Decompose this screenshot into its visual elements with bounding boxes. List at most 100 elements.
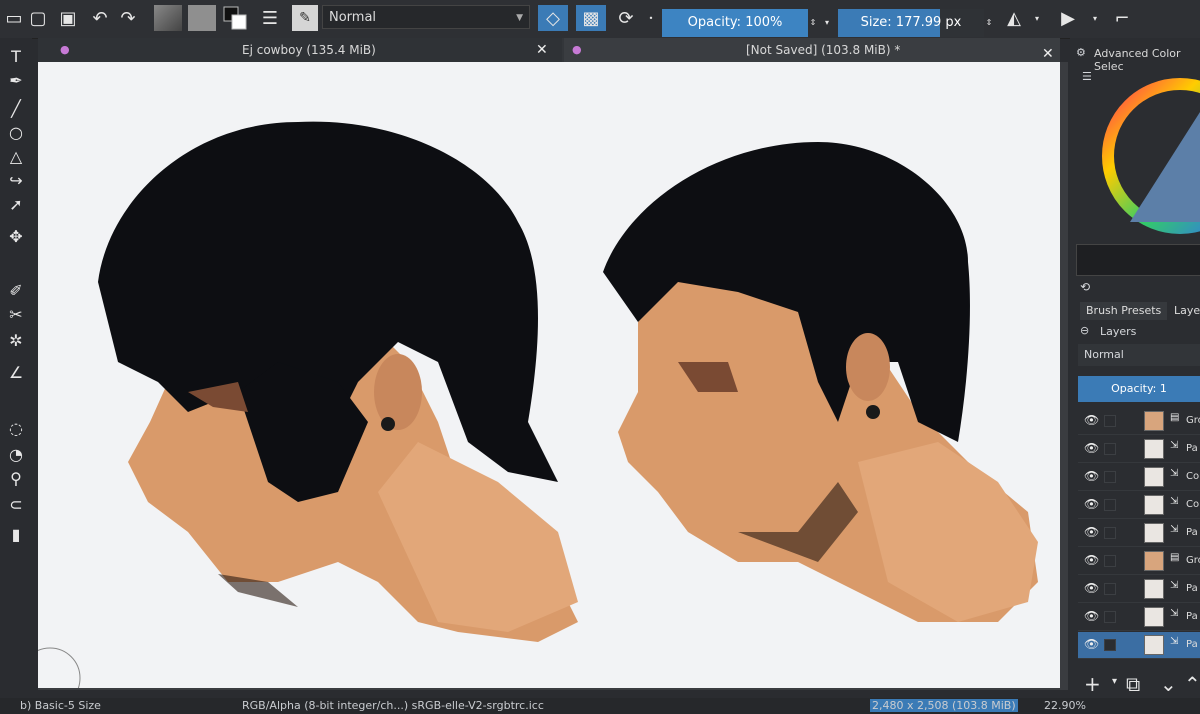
lock-alpha-icon[interactable]: ▩ xyxy=(576,5,606,31)
visibility-eye-icon[interactable]: 👁 xyxy=(1084,469,1099,483)
layer-row[interactable]: 👁 ⇲ Co xyxy=(1078,464,1200,491)
path-select-icon[interactable]: ⊂ xyxy=(4,494,28,516)
text-tool-icon[interactable]: T xyxy=(4,46,28,68)
move-layer-up-icon[interactable]: ⌃ xyxy=(1184,672,1200,696)
tab-layers[interactable]: Layers xyxy=(1168,302,1200,320)
layer-opacity-slider[interactable]: Opacity: 1 xyxy=(1078,376,1200,402)
visibility-eye-icon[interactable]: 👁 xyxy=(1084,581,1099,595)
layer-name: Pa xyxy=(1186,443,1198,454)
undo-icon[interactable]: ↶ xyxy=(90,5,110,31)
size-slider[interactable]: Size: 177.99 px xyxy=(838,9,984,37)
line-tool-icon[interactable]: ╱ xyxy=(4,98,28,120)
calligraphy-tool-icon[interactable]: ✒ xyxy=(4,70,28,92)
brush-settings-icon[interactable]: ☰ xyxy=(258,5,282,31)
foreground-background-color-icon[interactable] xyxy=(222,5,250,31)
smart-patch-icon[interactable]: ✂ xyxy=(4,304,28,326)
open-folder-icon[interactable]: ▢ xyxy=(28,5,48,31)
move-tool-icon[interactable]: ✥ xyxy=(4,226,28,248)
tab-not-saved[interactable]: ● [Not Saved] (103.8 MiB) * ✕ xyxy=(564,38,1060,62)
visibility-eye-icon[interactable]: 👁 xyxy=(1084,637,1099,651)
color-picker-icon[interactable]: ✐ xyxy=(4,280,28,302)
visibility-eye-icon[interactable]: 👁 xyxy=(1084,441,1099,455)
redo-icon[interactable]: ↷ xyxy=(118,5,138,31)
eraser-mode-icon[interactable]: ◇ xyxy=(538,5,568,31)
layer-thumbnail xyxy=(1144,635,1164,655)
layer-row[interactable]: 👁 ▤ Group xyxy=(1078,408,1200,435)
layer-checkbox[interactable] xyxy=(1104,583,1116,595)
settings-icon[interactable]: ⚙ xyxy=(1076,46,1086,59)
visibility-eye-icon[interactable]: 👁 xyxy=(1084,525,1099,539)
layer-blend-select[interactable]: Normal xyxy=(1078,344,1200,366)
folder-icon: ▤ xyxy=(1170,412,1180,423)
layer-checkbox[interactable] xyxy=(1104,639,1116,651)
similar-select-icon[interactable]: ⚲ xyxy=(4,468,28,490)
opacity-slider[interactable]: Opacity: 100% xyxy=(662,9,808,37)
chevron-down-icon[interactable]: ▾ xyxy=(1032,5,1042,31)
layer-checkbox[interactable] xyxy=(1104,443,1116,455)
krita-document-icon: ● xyxy=(572,43,582,56)
chevron-down-icon[interactable]: ▾ xyxy=(1112,676,1117,687)
options-dot-icon[interactable]: • xyxy=(646,5,656,31)
image-dimensions-status[interactable]: 2,480 x 2,508 (103.8 MiB) xyxy=(870,699,1018,712)
layer-row[interactable]: 👁 ⇲ Pa xyxy=(1078,604,1200,631)
ellipse-tool-icon[interactable]: ○ xyxy=(4,122,28,144)
layer-row[interactable]: 👁 ▤ Group xyxy=(1078,548,1200,575)
close-icon[interactable]: ✕ xyxy=(536,38,548,62)
chevron-down-icon[interactable]: ▾ xyxy=(1090,5,1100,31)
pattern-swatch-icon[interactable] xyxy=(188,5,216,31)
chevron-down-icon[interactable]: ▾ xyxy=(822,9,832,35)
size-stepper-icon[interactable]: ⇕ xyxy=(984,9,994,35)
layer-checkbox[interactable] xyxy=(1104,527,1116,539)
tab-ej-cowboy[interactable]: ● Ej cowboy (135.4 MiB) ✕ xyxy=(38,38,562,62)
menu-icon[interactable]: ☰ xyxy=(1082,70,1092,83)
color-history-strip[interactable] xyxy=(1076,244,1200,276)
opacity-stepper-icon[interactable]: ⇕ xyxy=(808,9,818,35)
blend-mode-select[interactable]: Normal ▼ xyxy=(322,5,530,29)
layer-checkbox[interactable] xyxy=(1104,555,1116,567)
bezier-tool-icon[interactable]: ↪ xyxy=(4,170,28,192)
layer-row[interactable]: 👁 ⇲ Pa xyxy=(1078,576,1200,603)
layer-checkbox[interactable] xyxy=(1104,611,1116,623)
canvas-area[interactable] xyxy=(19,62,1068,709)
layer-row[interactable]: 👁 ⇲ Pa xyxy=(1078,632,1200,659)
visibility-eye-icon[interactable]: 👁 xyxy=(1084,553,1099,567)
link-icon: ⇲ xyxy=(1170,496,1179,507)
refresh-icon[interactable]: ⟲ xyxy=(1080,280,1090,294)
freehand-path-icon[interactable]: ➚ xyxy=(4,194,28,216)
layer-row[interactable]: 👁 ⇲ Pa xyxy=(1078,520,1200,547)
polygon-tool-icon[interactable]: △ xyxy=(4,146,28,168)
layer-checkbox[interactable] xyxy=(1104,471,1116,483)
add-layer-icon[interactable]: + xyxy=(1084,672,1101,696)
visibility-eye-icon[interactable]: 👁 xyxy=(1084,497,1099,511)
zoom-level-status[interactable]: 22.90% xyxy=(1044,699,1086,712)
right-head-illustration xyxy=(603,142,1038,622)
new-document-icon[interactable]: ▭ xyxy=(4,5,24,31)
visibility-eye-icon[interactable]: 👁 xyxy=(1084,413,1099,427)
opacity-slider-label: Opacity: 100% xyxy=(687,15,783,30)
brush-preset-icon[interactable]: ✎ xyxy=(292,5,318,31)
rectangle-select-icon[interactable]: ◌ xyxy=(4,418,28,440)
move-layer-down-icon[interactable]: ⌄ xyxy=(1160,672,1177,696)
wrap-around-icon[interactable]: ⌐ xyxy=(1110,5,1134,31)
save-icon[interactable]: ▣ xyxy=(58,5,78,31)
layer-row[interactable]: 👁 ⇲ Co xyxy=(1078,492,1200,519)
assistant-tool-icon[interactable]: ✲ xyxy=(4,330,28,352)
layer-thumbnail xyxy=(1144,495,1164,515)
layer-checkbox[interactable] xyxy=(1104,415,1116,427)
measure-tool-icon[interactable]: ∠ xyxy=(4,362,28,384)
brush-preset-status[interactable]: b) Basic-5 Size xyxy=(20,699,101,712)
mirror-horizontal-icon[interactable]: ◭ xyxy=(1002,5,1026,31)
tab-brush-presets[interactable]: Brush Presets xyxy=(1080,302,1168,320)
mirror-vertical-icon[interactable]: ▶ xyxy=(1056,5,1080,31)
layer-name: Pa xyxy=(1186,639,1198,650)
gradient-swatch-icon[interactable] xyxy=(154,5,182,31)
color-wheel[interactable] xyxy=(1100,72,1200,242)
duplicate-layer-icon[interactable]: ⧉ xyxy=(1126,672,1140,696)
reload-preset-icon[interactable]: ⟳ xyxy=(614,5,638,31)
lasso-select-icon[interactable]: ◔ xyxy=(4,444,28,466)
zoom-tool-icon[interactable]: ▮ xyxy=(4,524,28,546)
layer-row[interactable]: 👁 ⇲ Pa xyxy=(1078,436,1200,463)
drawing-canvas[interactable] xyxy=(19,62,1060,709)
visibility-eye-icon[interactable]: 👁 xyxy=(1084,609,1099,623)
layer-checkbox[interactable] xyxy=(1104,499,1116,511)
